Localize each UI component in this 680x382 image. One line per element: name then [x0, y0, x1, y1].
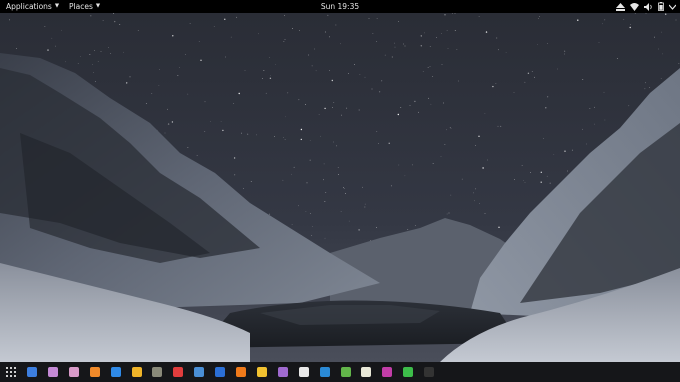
dock-item-2[interactable]	[47, 367, 58, 377]
dock-item-19[interactable]	[403, 367, 414, 377]
system-tray[interactable]	[616, 0, 676, 13]
dock-item-8[interactable]	[173, 367, 184, 377]
dock-item-3[interactable]	[68, 367, 79, 377]
dock-item-15[interactable]	[319, 367, 330, 377]
wifi-icon[interactable]	[630, 0, 639, 13]
dock-item-11[interactable]	[236, 367, 246, 377]
desktop-wallpaper	[0, 13, 680, 362]
volume-icon[interactable]	[644, 0, 653, 13]
top-panel: Applications ▼ Places ▼ Sun 19:35	[0, 0, 680, 13]
power-menu-icon[interactable]	[669, 0, 676, 13]
dock	[0, 362, 680, 382]
dock-item-6[interactable]	[131, 367, 142, 377]
dock-item-13[interactable]	[277, 367, 288, 377]
eject-icon[interactable]	[616, 0, 625, 13]
dock-item-16[interactable]	[340, 367, 351, 377]
battery-icon[interactable]	[658, 0, 664, 13]
dock-item-17[interactable]	[361, 367, 372, 377]
dock-item-18[interactable]	[382, 367, 393, 377]
dock-item-14[interactable]	[298, 367, 309, 377]
dock-item-12[interactable]	[256, 367, 267, 377]
dock-item-7[interactable]	[152, 367, 163, 377]
dock-item-9[interactable]	[194, 367, 205, 377]
dock-item-20[interactable]	[424, 367, 435, 377]
clock[interactable]: Sun 19:35	[321, 2, 359, 11]
dock-item-5[interactable]	[110, 367, 121, 377]
dock-icon-row	[0, 362, 680, 382]
dock-item-1[interactable]	[27, 367, 37, 377]
dock-item-10[interactable]	[215, 367, 226, 377]
clock-container: Sun 19:35	[0, 0, 680, 13]
dock-item-4[interactable]	[89, 367, 100, 377]
